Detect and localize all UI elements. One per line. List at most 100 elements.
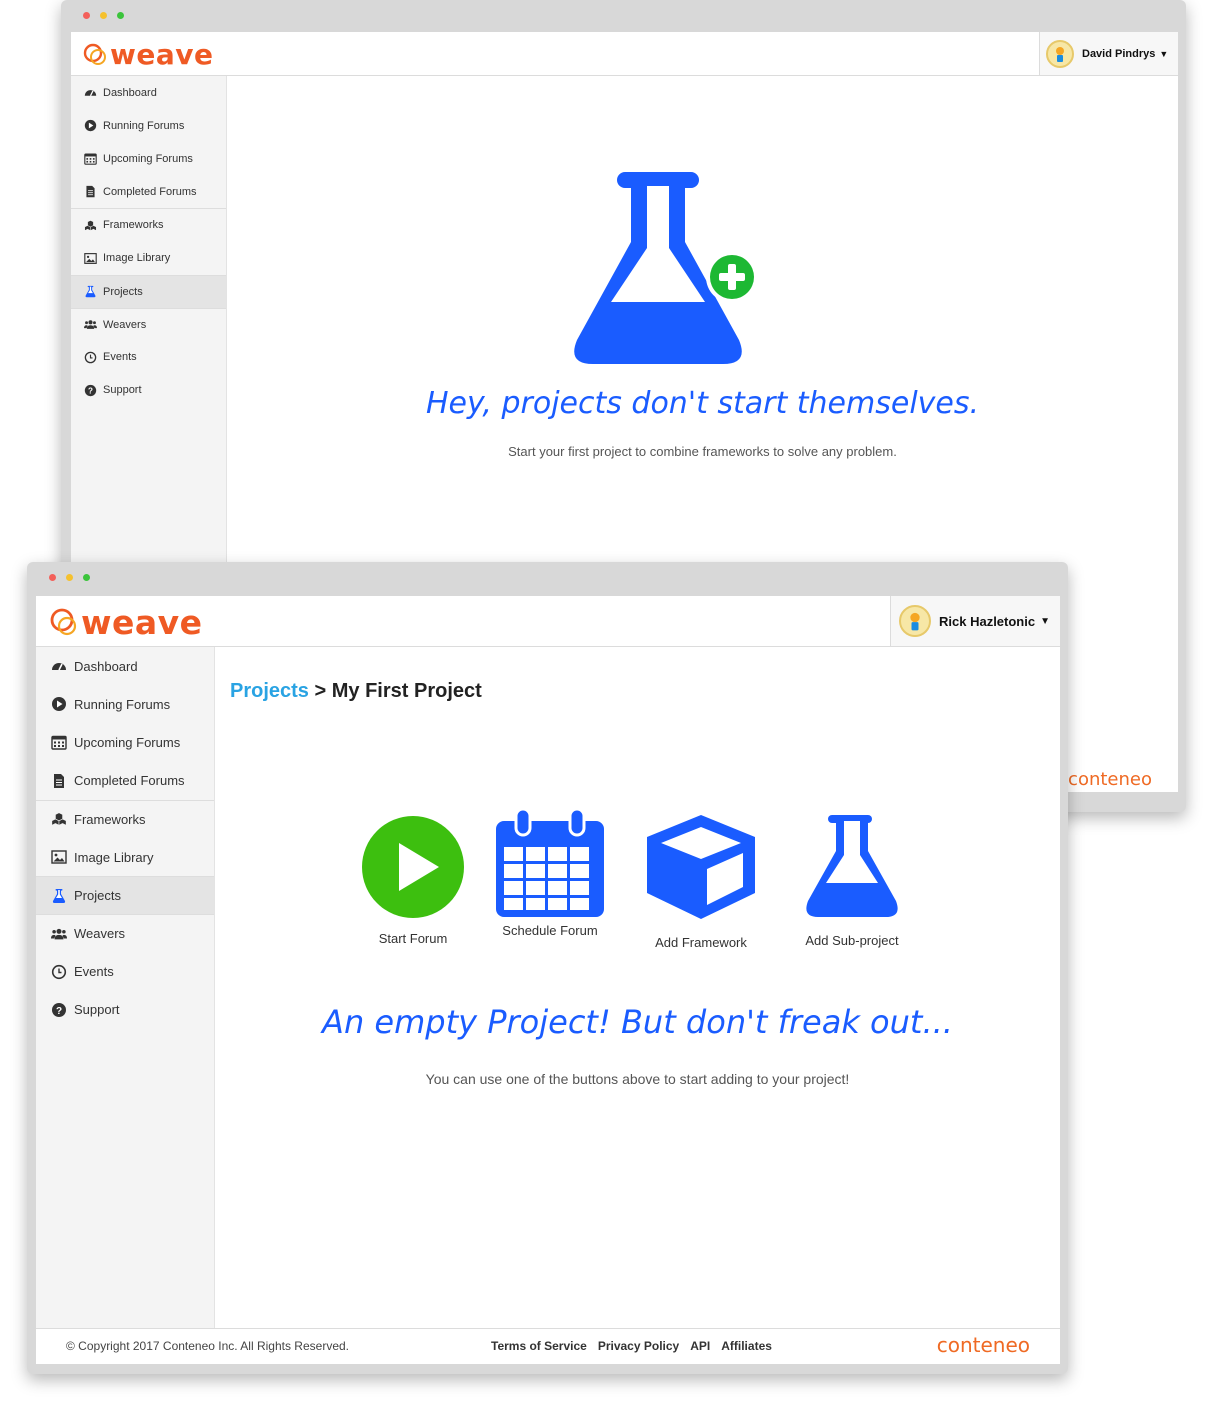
weave-logo[interactable]: weave	[83, 38, 214, 71]
schedule-forum-label: Schedule Forum	[502, 923, 598, 938]
flask-icon	[806, 815, 898, 917]
breadcrumb: Projects > My First Project	[230, 680, 482, 703]
add-subproject-label: Add Sub-project	[805, 933, 899, 948]
sidebar-item-label: Dashboard	[74, 658, 138, 674]
sidebar-item-upcoming-forums[interactable]: Upcoming Forums	[36, 723, 214, 761]
cubes-icon	[50, 811, 68, 827]
sidebar-item-running-forums[interactable]: Running Forums	[36, 685, 214, 723]
sidebar-item-events[interactable]: Events	[71, 341, 226, 374]
close-dot[interactable]	[83, 12, 90, 19]
window-controls[interactable]	[49, 574, 90, 581]
api-link[interactable]: API	[690, 1339, 710, 1353]
sidebar-item-support[interactable]: ? Support	[71, 374, 226, 407]
svg-text:?: ?	[56, 1006, 62, 1017]
affiliates-link[interactable]: Affiliates	[721, 1339, 772, 1353]
sidebar-item-label: Completed Forums	[103, 185, 197, 198]
sidebar-item-label: Completed Forums	[74, 773, 185, 789]
chevron-down-icon: ▼	[1040, 615, 1050, 627]
play-circle-icon	[83, 119, 98, 132]
flask-icon	[83, 285, 98, 298]
breadcrumb-separator: >	[314, 680, 327, 702]
sidebar-item-label: Weavers	[103, 318, 147, 331]
users-icon	[50, 926, 68, 942]
minimize-dot[interactable]	[66, 574, 73, 581]
sidebar-item-label: Upcoming Forums	[74, 734, 181, 750]
window-controls[interactable]	[83, 12, 124, 19]
sidebar-item-weavers[interactable]: Weavers	[36, 914, 214, 952]
front-topbar: weave Rick Hazletonic ▼	[36, 596, 1060, 647]
minimize-dot[interactable]	[100, 12, 107, 19]
sidebar-item-dashboard[interactable]: Dashboard	[36, 647, 214, 685]
user-name: David Pindrys	[1082, 47, 1156, 60]
sidebar-item-image-library[interactable]: Image Library	[36, 838, 214, 876]
front-browser-window: weave Rick Hazletonic ▼ Dashboard Running…	[27, 562, 1068, 1374]
close-dot[interactable]	[49, 574, 56, 581]
sidebar-item-completed-forums[interactable]: Completed Forums	[71, 175, 226, 208]
terms-of-service-link[interactable]: Terms of Service	[491, 1339, 587, 1353]
sidebar-item-frameworks[interactable]: Frameworks	[71, 208, 226, 241]
user-menu[interactable]: Rick Hazletonic ▼	[890, 596, 1060, 646]
sidebar-item-frameworks[interactable]: Frameworks	[36, 799, 214, 838]
user-name: Rick Hazletonic	[939, 613, 1036, 629]
user-menu[interactable]: David Pindrys ▼	[1039, 32, 1178, 75]
cube-icon	[647, 815, 755, 919]
clock-icon	[83, 351, 98, 364]
sidebar-item-label: Image Library	[74, 849, 154, 865]
sidebar-item-label: Upcoming Forums	[103, 152, 193, 165]
conteneo-logo: conteneo	[936, 1333, 1030, 1357]
clock-icon	[50, 964, 68, 980]
users-icon	[83, 318, 98, 331]
sidebar-item-label: Support	[74, 1002, 120, 1018]
sidebar-item-label: Events	[74, 964, 114, 980]
sidebar-item-label: Projects	[103, 285, 143, 298]
sidebar-item-label: Events	[103, 351, 137, 364]
sidebar-item-label: Dashboard	[103, 86, 157, 99]
sidebar-item-projects[interactable]: Projects	[36, 876, 214, 915]
flask-plus-icon	[574, 172, 758, 364]
sidebar-item-running-forums[interactable]: Running Forums	[71, 109, 226, 142]
dashboard-icon	[50, 658, 68, 674]
footer-links: Terms of Service Privacy Policy API Affi…	[491, 1339, 772, 1353]
privacy-policy-link[interactable]: Privacy Policy	[598, 1339, 679, 1353]
add-framework-label: Add Framework	[655, 935, 747, 950]
weave-logo-icon	[83, 43, 106, 65]
sidebar-item-completed-forums[interactable]: Completed Forums	[36, 762, 214, 800]
document-icon	[50, 773, 68, 789]
sidebar-item-support[interactable]: ? Support	[36, 991, 214, 1029]
svg-text:?: ?	[88, 386, 93, 395]
sidebar-item-events[interactable]: Events	[36, 953, 214, 991]
user-avatar	[899, 605, 931, 637]
back-topbar: weave David Pindrys ▼	[71, 32, 1178, 76]
sidebar-item-label: Image Library	[103, 252, 171, 265]
zoom-dot[interactable]	[83, 574, 90, 581]
front-content: Projects > My First Project Start Forum	[215, 647, 1060, 1328]
sidebar-item-image-library[interactable]: Image Library	[71, 241, 226, 274]
add-framework-button[interactable]: Add Framework	[635, 813, 767, 950]
breadcrumb-projects-link[interactable]: Projects	[230, 680, 309, 702]
sidebar-item-upcoming-forums[interactable]: Upcoming Forums	[71, 142, 226, 175]
play-circle-icon	[50, 696, 68, 712]
conteneo-logo: conteneo	[1068, 769, 1152, 790]
sidebar-item-dashboard[interactable]: Dashboard	[71, 76, 226, 109]
sidebar-item-label: Weavers	[74, 926, 126, 942]
weave-logo-text: weave	[81, 603, 203, 642]
start-forum-button[interactable]: Start Forum	[358, 815, 468, 946]
chevron-down-icon: ▼	[1159, 48, 1169, 59]
zoom-dot[interactable]	[117, 12, 124, 19]
front-app: weave Rick Hazletonic ▼ Dashboard Running…	[36, 596, 1060, 1364]
sidebar-item-weavers[interactable]: Weavers	[71, 307, 226, 341]
dashboard-icon	[83, 86, 98, 99]
add-subproject-button[interactable]: Add Sub-project	[797, 813, 907, 948]
flask-icon	[50, 888, 68, 904]
schedule-forum-button[interactable]: Schedule Forum	[494, 807, 606, 938]
empty-state-title: An empty Project! But don't freak out...	[322, 1003, 953, 1041]
question-icon: ?	[83, 384, 98, 397]
copyright-text: © Copyright 2017 Conteneo Inc. All Right…	[66, 1339, 349, 1353]
sidebar-item-label: Support	[103, 384, 142, 397]
calendar-icon	[496, 807, 604, 917]
sidebar-item-projects[interactable]: Projects	[71, 274, 226, 308]
weave-logo[interactable]: weave	[50, 603, 203, 642]
cubes-icon	[83, 219, 98, 232]
sidebar-item-label: Running Forums	[103, 119, 185, 132]
question-icon: ?	[50, 1002, 68, 1018]
